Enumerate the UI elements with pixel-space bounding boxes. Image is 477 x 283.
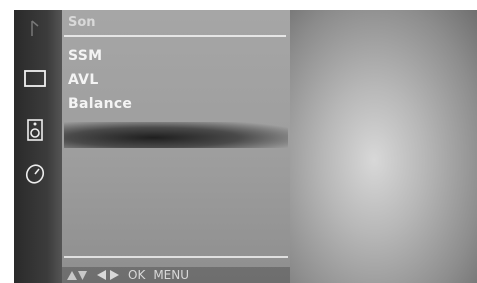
menu-item-avl[interactable]: AVL (68, 70, 99, 90)
clock-icon[interactable] (24, 162, 48, 186)
menu-item-balance[interactable]: Balance (68, 94, 132, 114)
title-divider (64, 35, 286, 37)
tv-osd-screen: Son SSM AVL Balance OK MENU (14, 10, 477, 283)
icon-sidebar (14, 10, 62, 283)
ok-hint: OK (128, 267, 146, 282)
music-note-icon[interactable] (24, 18, 48, 42)
menu-item-ssm[interactable]: SSM (68, 46, 102, 66)
menu-hint: MENU (153, 267, 190, 282)
screen-icon[interactable] (24, 68, 48, 92)
speaker-icon[interactable] (24, 118, 48, 142)
sound-menu-panel: Son SSM AVL Balance (62, 10, 290, 267)
blurred-background (290, 10, 477, 283)
menu-title: Son (68, 15, 96, 30)
menu-shadow-band (64, 122, 288, 148)
bottom-divider (64, 256, 288, 258)
up-down-arrows-icon (66, 269, 88, 281)
navigation-hints: OK MENU (66, 266, 189, 283)
left-right-arrows-icon (96, 269, 120, 281)
